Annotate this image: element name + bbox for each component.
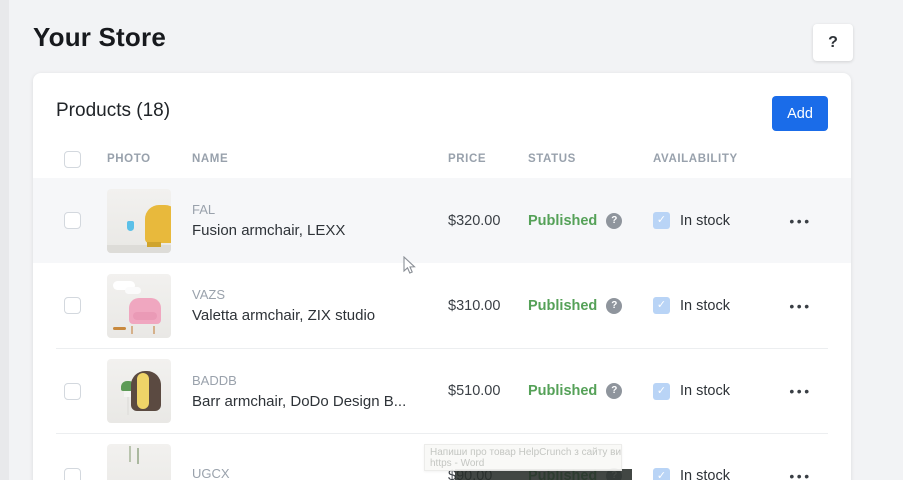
- availability-label: In stock: [680, 213, 730, 229]
- availability-label: In stock: [680, 383, 730, 399]
- column-header-availability: AVAILABILITY: [653, 153, 773, 165]
- row-checkbox[interactable]: [64, 468, 81, 480]
- table-row[interactable]: BADDB Barr armchair, DoDo Design B... $5…: [56, 348, 828, 433]
- products-card: Products (18) Add PHOTO NAME PRICE STATU…: [33, 73, 851, 480]
- products-table: PHOTO NAME PRICE STATUS AVAILABILITY FAL…: [33, 140, 851, 480]
- page-title: Your Store: [33, 22, 166, 53]
- product-name: Valetta armchair, ZIX studio: [192, 307, 448, 324]
- product-photo: [107, 444, 171, 480]
- select-all-checkbox[interactable]: [64, 151, 81, 168]
- help-button[interactable]: ?: [813, 24, 853, 61]
- more-options-icon[interactable]: •••: [787, 464, 813, 480]
- status-badge: Published: [528, 298, 597, 314]
- column-header-status: STATUS: [528, 153, 653, 165]
- tooltip-line: Напиши про товар HelpCrunch з сайту виро…: [430, 447, 616, 458]
- more-options-icon[interactable]: •••: [787, 294, 813, 318]
- table-header-row: PHOTO NAME PRICE STATUS AVAILABILITY: [56, 140, 828, 178]
- product-code: VAZS: [192, 287, 448, 302]
- product-code: BADDB: [192, 373, 448, 388]
- column-header-name: NAME: [192, 153, 448, 165]
- product-code: FAL: [192, 202, 448, 217]
- product-photo: [107, 274, 171, 338]
- product-price: $320.00: [448, 213, 528, 229]
- column-header-price: PRICE: [448, 153, 528, 165]
- product-name: Fusion armchair, LEXX: [192, 222, 448, 239]
- status-badge: Published: [528, 383, 597, 399]
- in-stock-checkbox[interactable]: ✓: [653, 297, 670, 314]
- in-stock-checkbox[interactable]: ✓: [653, 468, 670, 480]
- window-title-tooltip: Напиши про товар HelpCrunch з сайту виро…: [424, 444, 622, 471]
- mouse-cursor-icon: [403, 256, 416, 275]
- tooltip-line: https - Word: [430, 458, 616, 469]
- row-checkbox[interactable]: [64, 212, 81, 229]
- more-options-icon[interactable]: •••: [787, 379, 813, 403]
- in-stock-checkbox[interactable]: ✓: [653, 383, 670, 400]
- availability-label: In stock: [680, 298, 730, 314]
- product-photo: [107, 189, 171, 253]
- products-heading: Products (18): [56, 100, 170, 122]
- availability-label: In stock: [680, 468, 730, 480]
- status-help-icon[interactable]: ?: [606, 383, 622, 399]
- product-price: $510.00: [448, 383, 528, 399]
- row-checkbox[interactable]: [64, 383, 81, 400]
- add-product-button[interactable]: Add: [772, 96, 828, 131]
- status-badge: Published: [528, 213, 597, 229]
- product-code: UGCX: [192, 466, 448, 480]
- table-row[interactable]: FAL Fusion armchair, LEXX $320.00 Publis…: [33, 178, 851, 263]
- table-row[interactable]: VAZS Valetta armchair, ZIX studio $310.0…: [56, 263, 828, 348]
- row-checkbox[interactable]: [64, 297, 81, 314]
- product-price: $310.00: [448, 298, 528, 314]
- status-help-icon[interactable]: ?: [606, 213, 622, 229]
- in-stock-checkbox[interactable]: ✓: [653, 212, 670, 229]
- products-card-header: Products (18) Add: [33, 73, 851, 140]
- status-help-icon[interactable]: ?: [606, 298, 622, 314]
- more-options-icon[interactable]: •••: [787, 209, 813, 233]
- product-photo: [107, 359, 171, 423]
- product-name: Barr armchair, DoDo Design B...: [192, 393, 448, 410]
- column-header-photo: PHOTO: [107, 153, 192, 165]
